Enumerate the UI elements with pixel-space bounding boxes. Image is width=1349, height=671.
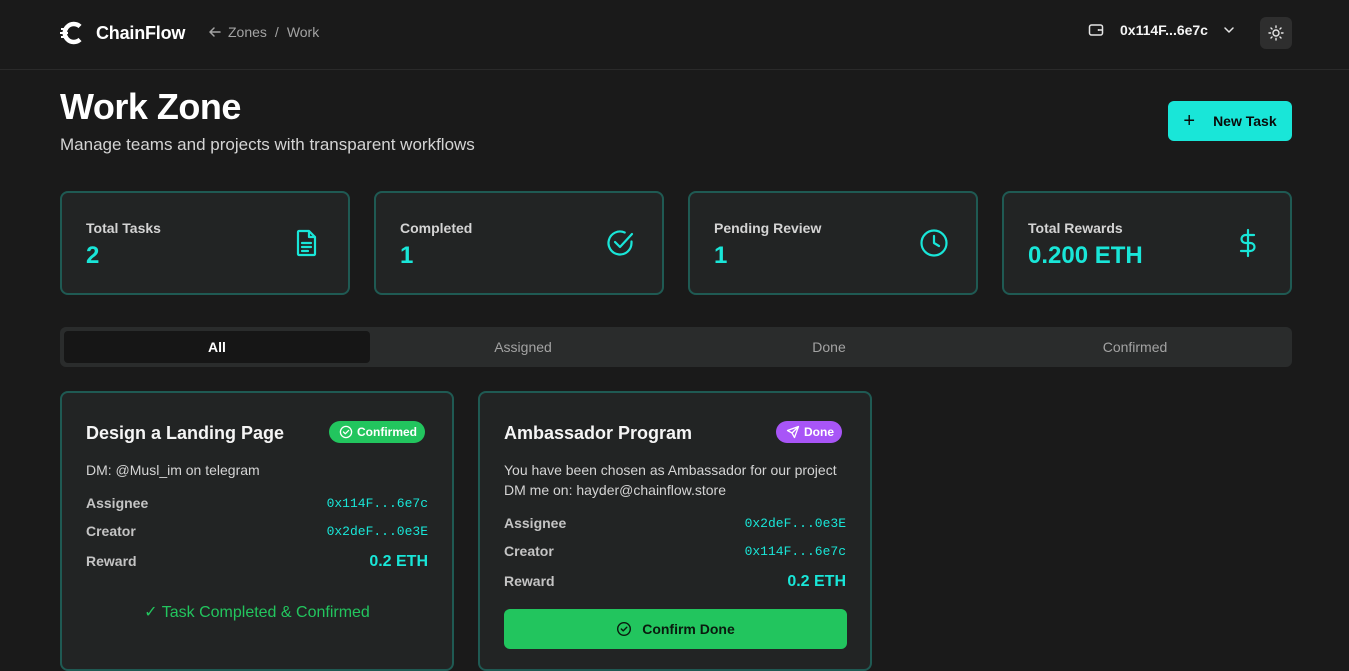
reward-label: Reward xyxy=(504,573,555,589)
document-icon xyxy=(296,229,317,257)
creator-address: 0x2deF...0e3E xyxy=(326,524,428,539)
reward-value: 0.2 ETH xyxy=(369,553,428,570)
creator-address: 0x114F...6e7c xyxy=(744,544,846,559)
new-task-button[interactable]: + New Task xyxy=(1168,101,1292,141)
status-badge-label: Confirmed xyxy=(357,425,417,439)
stat-label: Pending Review xyxy=(714,220,822,236)
creator-label: Creator xyxy=(504,543,554,559)
send-icon xyxy=(786,425,800,439)
assignee-address: 0x2deF...0e3E xyxy=(744,516,846,531)
stat-value: 0.200 ETH xyxy=(1028,242,1143,269)
stat-card-pending-review: Pending Review 1 xyxy=(688,191,978,295)
breadcrumb: Zones / Work xyxy=(208,24,319,40)
brand[interactable]: ChainFlow xyxy=(60,19,185,47)
tab-done[interactable]: Done xyxy=(676,331,982,363)
stat-value: 2 xyxy=(86,242,100,269)
reward-value: 0.2 ETH xyxy=(787,573,846,590)
back-arrow-icon[interactable] xyxy=(208,25,222,39)
task-title: Design a Landing Page xyxy=(86,423,285,443)
stat-value: 1 xyxy=(714,242,728,269)
task-card: Ambassador Program Done You have been ch… xyxy=(478,391,872,671)
status-badge-done: Done xyxy=(776,421,842,443)
plus-icon: + xyxy=(1183,110,1196,132)
stat-label: Total Tasks xyxy=(86,220,161,236)
task-completed-message: ✓ Task Completed & Confirmed xyxy=(144,604,370,621)
assignee-label: Assignee xyxy=(86,495,149,511)
confirm-done-button[interactable]: Confirm Done xyxy=(504,609,847,649)
confirm-done-label: Confirm Done xyxy=(642,621,735,637)
wallet-icon xyxy=(1088,24,1104,36)
tab-all[interactable]: All xyxy=(64,331,370,363)
theme-toggle-button[interactable] xyxy=(1260,17,1292,49)
breadcrumb-separator: / xyxy=(274,24,279,40)
check-circle-icon xyxy=(617,621,632,637)
page-title: Work Zone xyxy=(60,86,241,127)
task-filter-tabs: All Assigned Done Confirmed xyxy=(60,327,1292,367)
top-header: ChainFlow Zones / Work 0x114F...6e7c xyxy=(0,0,1349,70)
assignee-address: 0x114F...6e7c xyxy=(326,496,428,511)
clock-icon xyxy=(920,229,948,257)
check-circle-icon xyxy=(607,230,634,256)
reward-label: Reward xyxy=(86,553,137,569)
assignee-label: Assignee xyxy=(504,515,567,531)
task-description: DM: @Musl_im on telegram xyxy=(86,462,260,478)
page-subtitle: Manage teams and projects with transpare… xyxy=(60,135,475,154)
task-description: You have been chosen as Ambassador for o… xyxy=(504,462,837,498)
stat-card-completed: Completed 1 xyxy=(374,191,664,295)
breadcrumb-zones-link[interactable]: Zones xyxy=(228,24,267,40)
stat-label: Completed xyxy=(400,220,473,236)
check-circle-icon xyxy=(339,425,353,439)
tab-assigned[interactable]: Assigned xyxy=(370,331,676,363)
sun-icon xyxy=(1268,25,1284,41)
wallet-selector[interactable]: 0x114F...6e7c xyxy=(1088,22,1236,38)
task-card: Design a Landing Page Confirmed DM: @Mus… xyxy=(60,391,454,671)
stat-label: Total Rewards xyxy=(1028,220,1123,236)
chainflow-logo-icon xyxy=(60,21,82,45)
status-badge-confirmed: Confirmed xyxy=(329,421,425,443)
wallet-address: 0x114F...6e7c xyxy=(1120,22,1208,38)
new-task-label: New Task xyxy=(1213,113,1277,129)
stat-card-total-rewards: Total Rewards 0.200 ETH xyxy=(1002,191,1292,295)
task-title: Ambassador Program xyxy=(504,423,693,443)
status-badge-label: Done xyxy=(804,425,834,439)
stat-card-total-tasks: Total Tasks 2 xyxy=(60,191,350,295)
dollar-icon xyxy=(1239,228,1256,258)
stat-value: 1 xyxy=(400,242,414,269)
brand-name: ChainFlow xyxy=(96,22,186,43)
creator-label: Creator xyxy=(86,523,136,539)
tab-confirmed[interactable]: Confirmed xyxy=(982,331,1288,363)
breadcrumb-current: Work xyxy=(286,24,320,40)
chevron-down-icon xyxy=(1224,27,1234,33)
